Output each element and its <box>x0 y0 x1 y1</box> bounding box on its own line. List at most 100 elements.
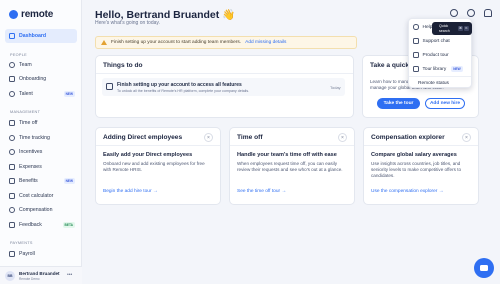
clock-icon <box>9 135 15 141</box>
calculator-icon <box>9 193 15 199</box>
sidebar-item-label: Compensation <box>19 207 53 213</box>
quick-search-tooltip: Quick search ⌘ K <box>432 22 472 35</box>
bell-icon[interactable] <box>484 9 492 17</box>
user-role: Remote Demo <box>19 277 40 281</box>
sidebar-item-label: Incentives <box>19 149 43 155</box>
incentives-icon <box>9 149 15 155</box>
sidebar: remote Dashboard PEOPLE Team Onboarding … <box>0 0 82 284</box>
sidebar-item-time-tracking[interactable]: Time tracking <box>9 133 75 143</box>
warning-icon <box>101 40 107 45</box>
close-icon[interactable]: × <box>462 133 471 142</box>
card-title: Time off <box>237 134 263 141</box>
close-icon[interactable]: × <box>204 133 213 142</box>
library-icon <box>413 66 419 72</box>
todo-item-subtitle: To unlock all the benefits of Remote's H… <box>117 88 250 93</box>
payroll-icon <box>9 251 15 257</box>
menu-item-product-tour[interactable]: Product tour <box>413 50 471 60</box>
compensation-explorer-card: Compensation explorer × Compare global s… <box>363 127 479 205</box>
compensation-explorer-link[interactable]: Use the compensation explorer → <box>371 189 444 194</box>
new-badge: NEW <box>63 91 75 97</box>
section-label-payments: PAYMENTS <box>10 241 33 245</box>
sidebar-item-payroll[interactable]: Payroll <box>9 249 75 259</box>
compensation-icon <box>9 207 15 213</box>
calendar-icon <box>9 120 15 126</box>
card-heading: Compare global salary averages <box>371 152 457 158</box>
adding-direct-employees-card: Adding Direct employees × Easily add you… <box>95 127 221 205</box>
sidebar-item-cost-calculator[interactable]: Cost calculator <box>9 191 75 201</box>
sidebar-item-incentives[interactable]: Incentives <box>9 147 75 157</box>
sidebar-item-feedback[interactable]: Feedback BETA <box>9 220 75 230</box>
todo-item-date: Today <box>330 85 341 90</box>
tooltip-text: search <box>439 28 450 33</box>
menu-item-label: Support chat <box>422 38 450 44</box>
kbd-command: ⌘ <box>458 25 463 31</box>
more-options-icon[interactable]: ••• <box>67 272 72 278</box>
help-icon[interactable] <box>467 9 475 17</box>
sidebar-item-dashboard[interactable]: Dashboard <box>5 29 77 43</box>
add-hire-tour-link[interactable]: Begin the add hire tour → <box>103 189 158 194</box>
account-setup-icon <box>106 83 113 90</box>
feedback-icon <box>9 222 15 228</box>
menu-item-remote-status[interactable]: Remote status <box>418 78 476 88</box>
sidebar-item-label: Team <box>19 62 32 68</box>
chat-bubble-icon <box>480 265 488 271</box>
users-icon <box>9 62 15 68</box>
menu-item-support-chat[interactable]: Support chat <box>413 36 471 46</box>
close-icon[interactable]: × <box>338 133 347 142</box>
sidebar-item-time-off[interactable]: Time off <box>9 118 75 128</box>
search-icon[interactable] <box>450 9 458 17</box>
sidebar-item-label: Cost calculator <box>19 193 54 199</box>
divider <box>96 73 353 74</box>
sidebar-item-talent[interactable]: Talent NEW <box>9 89 75 99</box>
logo-text: remote <box>21 9 54 20</box>
sidebar-item-expenses[interactable]: Expenses <box>9 162 75 172</box>
time-off-tour-link[interactable]: See the time off tour → <box>237 189 286 194</box>
new-badge: NEW <box>451 66 463 72</box>
sidebar-item-label: Expenses <box>19 164 42 170</box>
take-the-tour-button[interactable]: Take the tour <box>377 98 420 109</box>
talent-icon <box>9 91 15 97</box>
sidebar-item-onboarding[interactable]: Onboarding <box>9 74 75 84</box>
sidebar-item-compensation[interactable]: Compensation <box>9 205 75 215</box>
chat-launcher-button[interactable] <box>474 258 494 278</box>
sidebar-item-label: Payroll <box>19 251 35 257</box>
todo-item[interactable]: Finish setting up your account to access… <box>102 78 345 96</box>
onboarding-icon <box>9 76 15 82</box>
sidebar-item-benefits[interactable]: Benefits NEW <box>9 176 75 186</box>
card-heading: Handle your team's time off with ease <box>237 152 337 158</box>
page-subtitle: Here's what's going on today. <box>95 20 160 26</box>
card-body: Use insights across countries, job title… <box>371 161 462 179</box>
tour-icon <box>413 52 419 58</box>
avatar: BB <box>5 271 15 281</box>
menu-item-label: Remote status <box>418 80 449 86</box>
user-profile[interactable]: BB Bertrand Bruandet Remote Demo ••• <box>0 266 82 284</box>
menu-item-label: Product tour <box>422 52 449 58</box>
sidebar-item-label: Talent <box>19 91 33 97</box>
sidebar-item-label: Time off <box>19 120 38 126</box>
receipt-icon <box>9 164 15 170</box>
kbd-k: K <box>464 25 469 31</box>
add-missing-details-link[interactable]: Add missing details <box>245 40 286 45</box>
banner-text: Finish setting up your account to start … <box>111 40 242 45</box>
menu-item-label: Tour library <box>422 66 447 72</box>
things-to-do-card: Things to do Finish setting up your acco… <box>95 55 354 118</box>
chat-icon <box>413 38 419 44</box>
help-icon <box>413 24 419 30</box>
sidebar-item-label: Onboarding <box>19 76 47 82</box>
remote-logo[interactable]: remote <box>9 9 53 20</box>
divider <box>364 145 478 146</box>
section-label-people: PEOPLE <box>10 53 27 57</box>
menu-item-label: Help <box>422 24 433 30</box>
todo-item-title: Finish setting up your account to access… <box>117 81 242 88</box>
card-title: Adding Direct employees <box>103 134 183 141</box>
card-body: Onboard new and add existing employees f… <box>103 161 205 173</box>
setup-warning-banner: Finish setting up your account to start … <box>95 36 357 49</box>
card-title: Things to do <box>103 62 143 69</box>
sidebar-item-team[interactable]: Team <box>9 60 75 70</box>
card-title: Compensation explorer <box>371 134 445 141</box>
add-new-hire-button[interactable]: Add new hire <box>425 98 465 109</box>
card-body: When employees request time off, you can… <box>237 161 343 173</box>
divider <box>230 145 354 146</box>
card-heading: Easily add your Direct employees <box>103 152 193 158</box>
menu-item-tour-library[interactable]: Tour library NEW <box>413 64 471 74</box>
